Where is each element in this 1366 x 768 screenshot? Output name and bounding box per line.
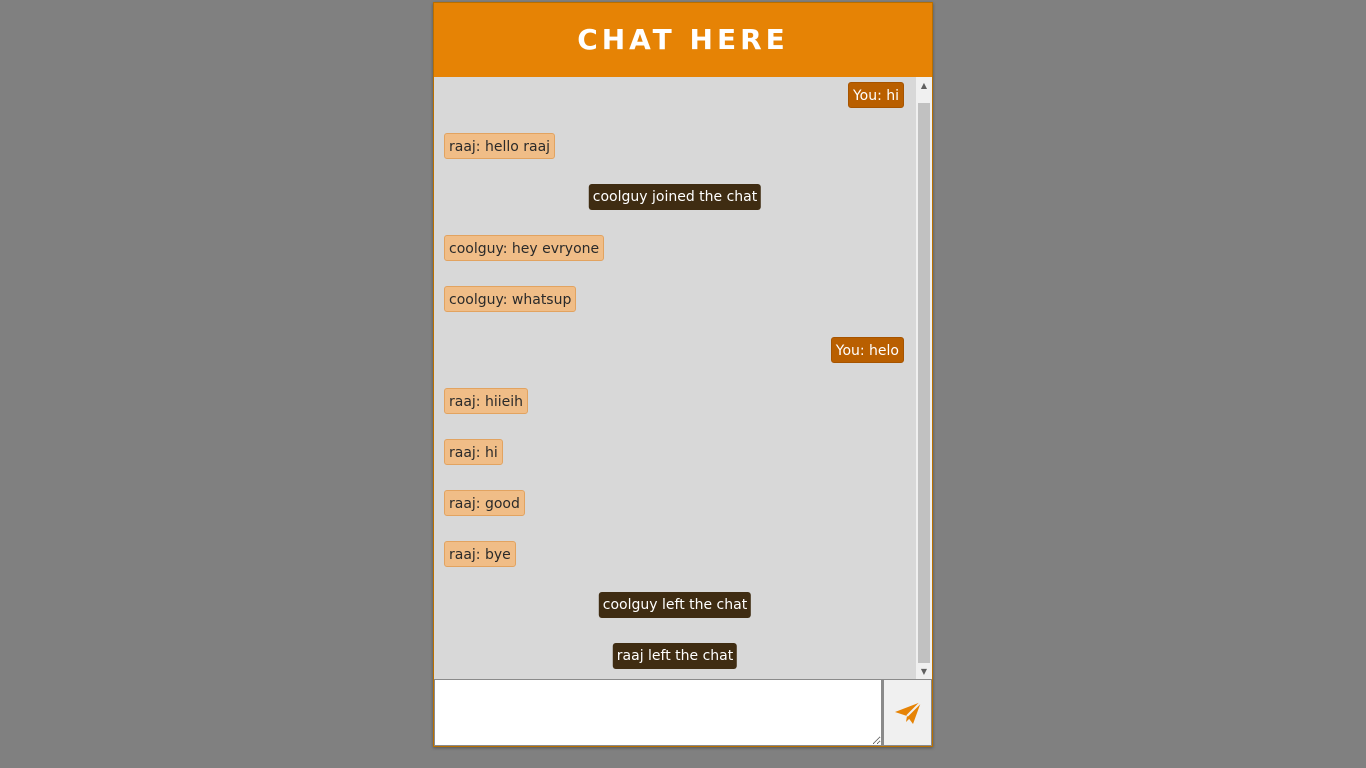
scroll-down-arrow-icon[interactable]: ▼ [916, 663, 932, 679]
message-list: You: hi raaj: hello raaj coolguy joined … [434, 77, 916, 679]
system-message: raaj left the chat [612, 643, 738, 669]
composer [434, 679, 932, 746]
scrollbar-thumb[interactable] [918, 103, 930, 663]
system-message: coolguy joined the chat [588, 184, 762, 210]
incoming-message: raaj: hi [444, 439, 503, 465]
chat-title: CHAT HERE [577, 22, 789, 56]
outgoing-message: You: hi [847, 82, 904, 108]
message-input[interactable] [434, 679, 882, 746]
incoming-message: raaj: hiieih [444, 388, 528, 414]
incoming-message: raaj: good [444, 490, 525, 516]
incoming-message: coolguy: hey evryone [444, 235, 605, 261]
chat-header: CHAT HERE [434, 3, 932, 77]
send-button[interactable] [882, 679, 932, 746]
outgoing-message: You: helo [830, 337, 904, 363]
incoming-message: coolguy: whatsup [444, 286, 577, 312]
message-list-scrollbar[interactable]: ▲ ▼ [916, 77, 932, 679]
incoming-message: raaj: bye [444, 541, 516, 567]
scroll-up-arrow-icon[interactable]: ▲ [916, 77, 932, 93]
paper-plane-icon [894, 700, 922, 724]
incoming-message: raaj: hello raaj [444, 133, 556, 159]
chat-window: CHAT HERE You: hi raaj: hello raaj coolg… [433, 2, 933, 747]
system-message: coolguy left the chat [598, 592, 752, 618]
